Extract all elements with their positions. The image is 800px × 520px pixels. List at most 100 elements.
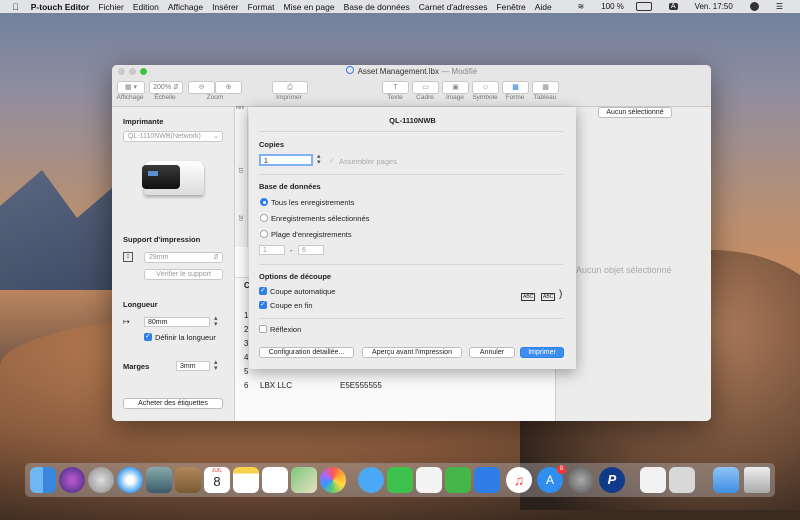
text-tool-button[interactable]: T — [382, 81, 409, 94]
range-to-field[interactable]: 6 — [298, 245, 324, 255]
symbol-tool-button[interactable]: ☺ — [472, 81, 499, 94]
table-row[interactable]: 2 — [244, 325, 248, 334]
printer-header: Imprimante — [123, 117, 164, 126]
record-range-radio[interactable] — [260, 230, 268, 238]
messages-icon[interactable] — [358, 467, 384, 493]
zoom-out-button[interactable]: ⊖ — [188, 81, 215, 94]
table-row[interactable]: 1 — [244, 311, 248, 320]
siri-icon[interactable] — [59, 467, 85, 493]
copies-stepper[interactable]: ▴ ▾ — [317, 153, 321, 166]
menu-mise-en-page[interactable]: Mise en page — [284, 2, 335, 12]
cut-preview-label-1: ABC — [521, 293, 536, 301]
auto-cut-checkbox[interactable]: ✓ — [259, 287, 267, 295]
music-icon[interactable]: ♫ — [506, 467, 532, 493]
margins-stepper[interactable]: ▴ ▾ — [214, 359, 218, 372]
menu-app-name[interactable]: P-touch Editor — [31, 2, 90, 12]
document-icon-dock[interactable] — [640, 467, 666, 493]
cancel-button[interactable]: Annuler — [469, 347, 515, 358]
numbers-icon[interactable] — [445, 467, 471, 493]
trash-icon[interactable] — [744, 467, 770, 493]
detailed-config-button[interactable]: Configuration détaillée... — [259, 347, 354, 358]
cut-preview-label-2: ABC — [541, 293, 556, 301]
divider — [259, 264, 563, 265]
margins-field[interactable]: 3mm — [176, 361, 210, 371]
table-row[interactable]: 6 — [244, 381, 248, 390]
table-row[interactable]: 3 — [244, 339, 248, 348]
dialog-printer-name: QL-1110NWB — [389, 116, 436, 125]
reminders-icon[interactable] — [262, 467, 288, 493]
vertical-ruler: mm 10 20 — [235, 105, 248, 247]
verify-media-button[interactable]: Vérifier le support — [144, 269, 223, 280]
print-confirm-button[interactable]: Imprimer — [520, 347, 564, 358]
maps-icon[interactable] — [291, 467, 317, 493]
menu-aide[interactable]: Aide — [535, 2, 552, 12]
reflection-checkbox[interactable] — [259, 325, 267, 333]
launchpad-icon[interactable] — [88, 467, 114, 493]
menu-format[interactable]: Format — [248, 2, 275, 12]
selected-records-radio[interactable] — [260, 214, 268, 222]
safari-icon[interactable] — [117, 467, 143, 493]
print-preview-button[interactable]: Aperçu avant l'impression — [362, 347, 462, 358]
facetime-icon[interactable] — [387, 467, 413, 493]
calendar-icon[interactable]: JUIL 8 — [204, 467, 230, 493]
ptouch-editor-icon[interactable]: P — [599, 467, 625, 493]
media-select[interactable]: 29mm ⇵ — [144, 252, 223, 263]
input-source-icon[interactable]: A — [668, 3, 678, 10]
toolbar-label-image: Image — [445, 94, 465, 101]
image-tool-button[interactable]: ▣ — [442, 81, 469, 94]
apple-menu-icon[interactable]:  — [12, 2, 19, 12]
document-icon — [345, 66, 354, 74]
menu-carnet-adresses[interactable]: Carnet d'adresses — [419, 2, 488, 12]
menu-edition[interactable]: Edition — [133, 2, 159, 12]
menu-base-de-donnees[interactable]: Base de données — [344, 2, 410, 12]
zoom-in-button[interactable]: ⊕ — [215, 81, 242, 94]
toolbar-label-forme: Forme — [505, 94, 525, 101]
scale-select[interactable]: 200% ⇵ — [149, 81, 183, 94]
collate-checkbox[interactable]: ✓ — [329, 157, 335, 165]
define-length-checkbox[interactable]: ✓ — [144, 333, 152, 341]
menu-inserer[interactable]: Insérer — [212, 2, 238, 12]
copies-field[interactable]: 1 — [259, 154, 313, 166]
wifi-icon[interactable]: ≋ — [578, 2, 585, 11]
range-from-field[interactable]: 1 — [259, 245, 285, 255]
no-selection-button[interactable]: Aucun sélectionné — [598, 107, 672, 118]
buy-labels-button[interactable]: Acheter des étiquettes — [123, 398, 223, 409]
folder-icon[interactable] — [713, 467, 739, 493]
battery-icon[interactable] — [635, 2, 652, 11]
divider — [259, 174, 563, 175]
toolbar-label-echelle: Échelle — [154, 94, 176, 101]
table-row[interactable]: 4 — [244, 353, 248, 362]
view-toggle-button[interactable]: ▦ ▾ — [117, 81, 145, 94]
preview-icon[interactable] — [669, 467, 695, 493]
notes-icon[interactable] — [233, 467, 259, 493]
keynote-icon[interactable] — [474, 467, 500, 493]
length-field[interactable]: 80mm — [144, 317, 210, 327]
all-records-radio[interactable] — [260, 198, 268, 206]
finder-icon[interactable] — [30, 467, 56, 493]
photo-viewer-icon[interactable] — [146, 467, 172, 493]
menu-fichier[interactable]: Fichier — [98, 2, 124, 12]
end-cut-checkbox[interactable]: ✓ — [259, 301, 267, 309]
scale-value: 200% — [153, 84, 172, 91]
print-button[interactable]: ⎙ — [272, 81, 308, 94]
toolbar-label-affichage: Affichage — [116, 94, 144, 101]
clock[interactable]: Ven. 17:50 — [695, 2, 733, 11]
table-tool-button[interactable]: ▦ — [532, 81, 559, 94]
printer-select-value: QL-1110NWB(Network) — [128, 133, 201, 140]
tape-width-icon: ↕ — [123, 252, 133, 262]
user-icon[interactable] — [749, 2, 759, 11]
system-preferences-icon[interactable] — [568, 467, 594, 493]
news-icon[interactable] — [416, 467, 442, 493]
menu-list-icon[interactable]: ☰ — [776, 2, 783, 11]
table-row[interactable]: 5 — [244, 367, 248, 376]
database-header: Base de données — [259, 182, 321, 191]
photos-icon[interactable] — [320, 467, 346, 493]
menu-affichage[interactable]: Affichage — [168, 2, 203, 12]
frame-tool-button[interactable]: ▭ — [412, 81, 439, 94]
shape-tool-button[interactable]: ▩ — [502, 81, 529, 94]
menu-fenetre[interactable]: Fenêtre — [496, 2, 525, 12]
printer-select[interactable]: QL-1110NWB(Network) ⌄ — [123, 131, 223, 142]
notes-book-icon[interactable] — [175, 467, 201, 493]
toolbar-label-cadre: Cadre — [416, 94, 434, 101]
length-stepper[interactable]: ▴ ▾ — [214, 315, 218, 328]
